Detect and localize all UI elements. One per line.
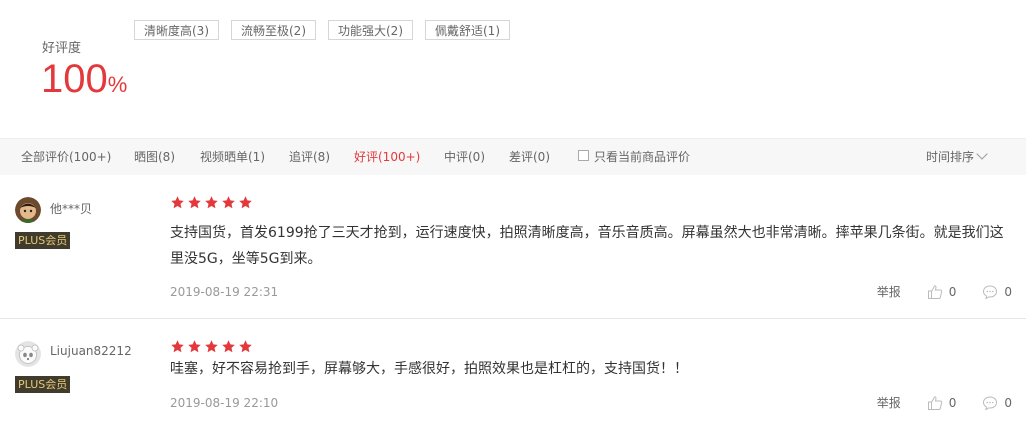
star-icon xyxy=(205,196,218,209)
like-button[interactable]: 0 xyxy=(927,395,957,411)
reply-count: 0 xyxy=(1004,395,1012,410)
review-date: 2019-08-19 22:31 xyxy=(170,285,279,299)
like-count: 0 xyxy=(948,284,957,299)
report-button[interactable]: 举报 xyxy=(877,394,901,411)
review-item: 他***贝 PLUS会员 支持国货，首发6199抢了三天才抢到，运行速度快，拍照… xyxy=(0,175,1026,319)
filter-photo[interactable]: 晒图(8) xyxy=(134,139,175,175)
star-rating xyxy=(170,195,255,210)
star-icon xyxy=(239,196,252,209)
filter-good[interactable]: 好评(100+) xyxy=(354,139,420,175)
comment-icon xyxy=(983,284,998,299)
rating-unit: % xyxy=(107,72,128,97)
tag-clarity[interactable]: 清晰度高(3) xyxy=(134,20,219,40)
filter-bar: 全部评价(100+) 晒图(8) 视频晒单(1) 追评(8) 好评(100+) … xyxy=(0,138,1026,175)
filter-all[interactable]: 全部评价(100+) xyxy=(21,139,111,175)
review-actions: 举报 0 0 xyxy=(877,394,1012,411)
tag-comfortable[interactable]: 佩戴舒适(1) xyxy=(425,20,510,40)
like-count: 0 xyxy=(948,395,957,410)
username: 他***贝 xyxy=(50,202,93,216)
plus-badge: PLUS会员 xyxy=(15,376,71,393)
plus-badge: PLUS会员 xyxy=(15,232,71,249)
star-icon xyxy=(171,196,184,209)
star-icon xyxy=(205,340,218,353)
thumbs-up-icon xyxy=(927,284,942,299)
review-content: 哇塞，好不容易抢到手，屏幕够大，手感很好，拍照效果也是杠杠的，支持国货！！ xyxy=(170,361,688,377)
avatar[interactable] xyxy=(15,341,41,367)
filter-medium[interactable]: 中评(0) xyxy=(444,139,485,175)
current-only-label[interactable]: 只看当前商品评价 xyxy=(594,139,690,175)
review-date: 2019-08-19 22:10 xyxy=(170,396,279,410)
star-rating xyxy=(170,339,255,354)
tag-list: 清晰度高(3) 流畅至极(2) 功能强大(2) 佩戴舒适(1) xyxy=(134,20,522,40)
filter-bad[interactable]: 差评(0) xyxy=(509,139,550,175)
review-item: Liujuan82212 PLUS会员 哇塞，好不容易抢到手，屏幕够大，手感很好… xyxy=(0,319,1026,422)
chevron-down-icon xyxy=(976,148,988,160)
rating-value: 100% xyxy=(41,57,127,107)
current-only-checkbox[interactable] xyxy=(578,150,589,161)
reply-button[interactable]: 0 xyxy=(982,395,1012,411)
sort-dropdown[interactable]: 时间排序 xyxy=(926,139,988,175)
star-icon xyxy=(222,340,235,353)
star-icon xyxy=(239,340,252,353)
filter-video[interactable]: 视频晒单(1) xyxy=(200,139,265,175)
like-button[interactable]: 0 xyxy=(927,284,957,300)
filter-followup[interactable]: 追评(8) xyxy=(289,139,330,175)
review-actions: 举报 0 0 xyxy=(877,283,1012,300)
tag-powerful[interactable]: 功能强大(2) xyxy=(328,20,413,40)
star-icon xyxy=(222,196,235,209)
star-icon xyxy=(188,340,201,353)
sort-label: 时间排序 xyxy=(926,150,975,164)
review-content: 支持国货，首发6199抢了三天才抢到，运行速度快，拍照清晰度高，音乐音质高。屏幕… xyxy=(170,225,1004,267)
star-icon xyxy=(171,340,184,353)
tag-smooth[interactable]: 流畅至极(2) xyxy=(231,20,316,40)
rating-label: 好评度 xyxy=(42,41,82,56)
username: Liujuan82212 xyxy=(50,344,132,358)
rating-number: 100 xyxy=(41,57,108,101)
comment-icon xyxy=(983,395,998,410)
reply-count: 0 xyxy=(1004,284,1012,299)
star-icon xyxy=(188,196,201,209)
reply-button[interactable]: 0 xyxy=(982,284,1012,300)
avatar[interactable] xyxy=(15,197,41,223)
report-button[interactable]: 举报 xyxy=(877,283,901,300)
thumbs-up-icon xyxy=(927,395,942,410)
